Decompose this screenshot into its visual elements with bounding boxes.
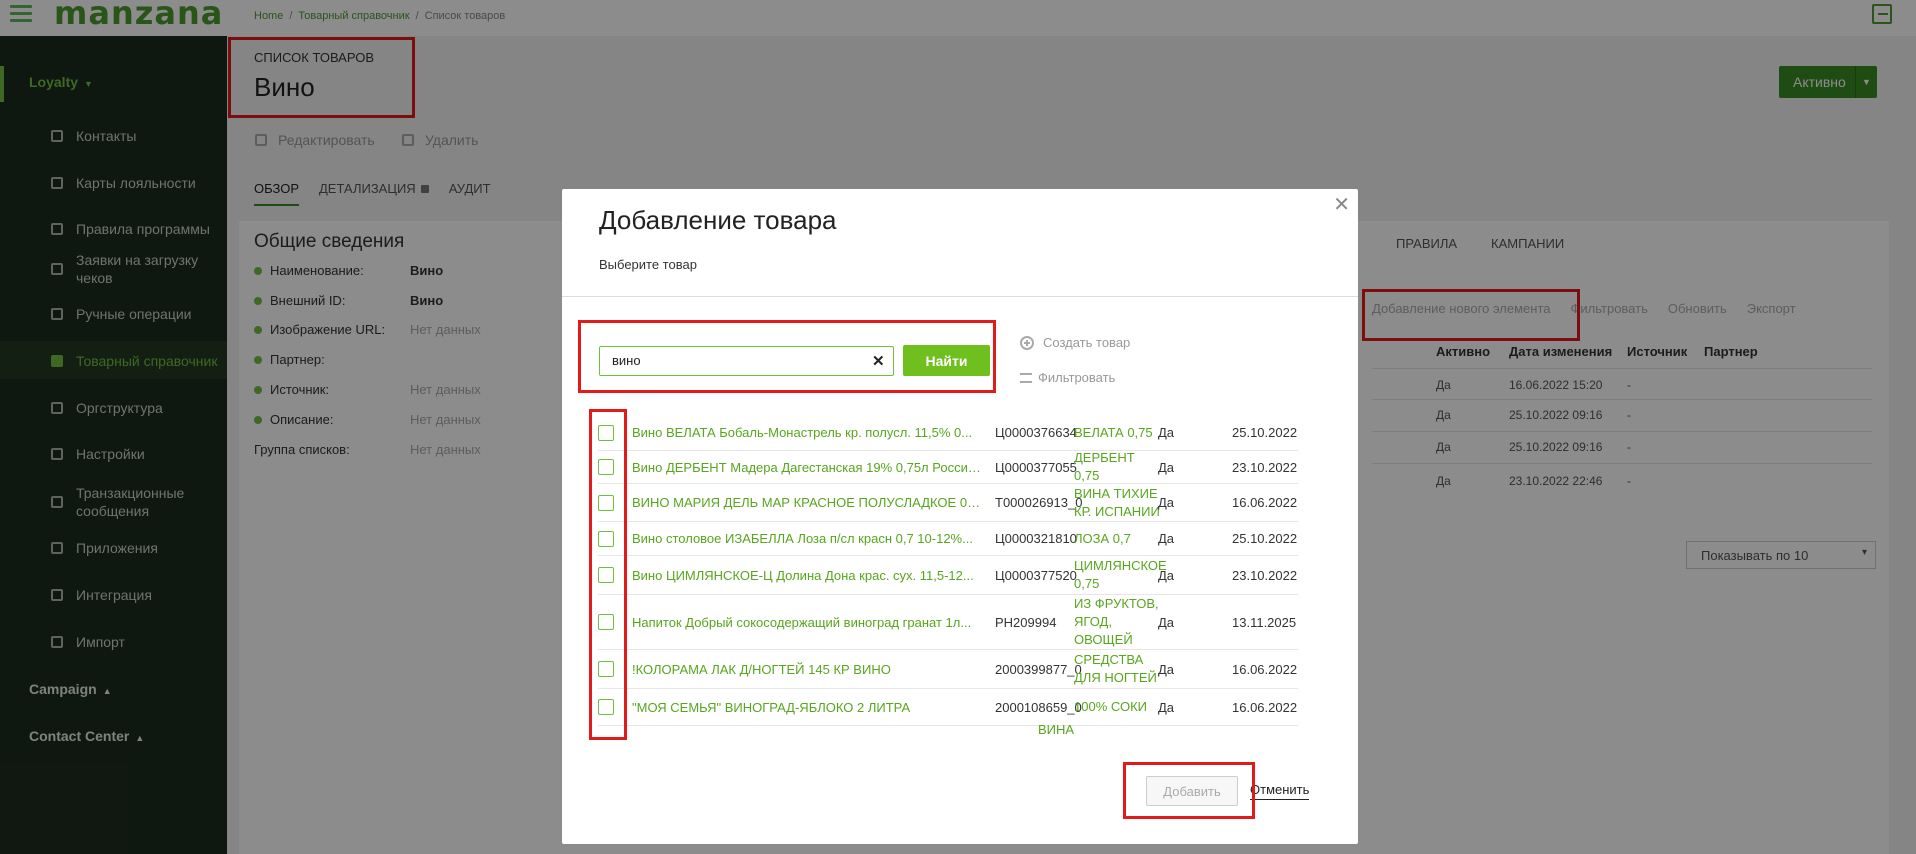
table-row[interactable]: !КОЛОРАМА ЛАК Д/НОГТЕЙ 145 КР ВИНО 20003… <box>598 650 1298 689</box>
table-row[interactable]: Вино ДЕРБЕНТ Мадера Дагестанская 19% 0,7… <box>598 449 1298 485</box>
table-row[interactable]: Вино ВЕЛАТА Бобаль-Монастрель кр. полусл… <box>598 415 1298 451</box>
product-code: Ц0000376634 <box>995 425 1077 440</box>
dialog-title: Добавление товара <box>599 205 837 235</box>
plus-circle-icon <box>1020 335 1034 350</box>
product-code: PH209994 <box>995 614 1057 630</box>
divider <box>562 296 1358 297</box>
partial-group-label[interactable]: ВИНА <box>1038 722 1074 737</box>
table-row[interactable]: Напиток Добрый сокосодержащий виноград г… <box>598 595 1298 650</box>
table-row[interactable]: Вино столовое ИЗАБЕЛЛА Лоза п/сл красн 0… <box>598 522 1298 556</box>
product-name[interactable]: Вино ЦИМЛЯНСКОЕ-Ц Долина Дона крас. сух.… <box>632 568 982 583</box>
product-active: Да <box>1158 531 1175 546</box>
product-active: Да <box>1158 495 1175 510</box>
product-name[interactable]: !КОЛОРАМА ЛАК Д/НОГТЕЙ 145 КР ВИНО <box>632 662 982 677</box>
create-product-button[interactable]: Создать товар <box>1020 335 1130 350</box>
product-group[interactable]: ИЗ ФРУКТОВ, ЯГОД, ОВОЩЕЙ <box>1074 595 1162 649</box>
product-active: Да <box>1158 661 1175 677</box>
product-name[interactable]: Вино ВЕЛАТА Бобаль-Монастрель кр. полусл… <box>632 425 982 440</box>
table-row[interactable]: Вино ЦИМЛЯНСКОЕ-Ц Долина Дона крас. сух.… <box>598 556 1298 595</box>
product-date: 16.06.2022 1 <box>1232 495 1298 510</box>
product-active: Да <box>1158 614 1175 630</box>
product-group[interactable]: ЦИМЛЯНСКОЕ 0,75 <box>1074 557 1167 593</box>
product-active: Да <box>1158 699 1175 715</box>
table-row[interactable]: ВИНО МАРИЯ ДЕЛЬ МАР КРАСНОЕ ПОЛУСЛАДКОЕ … <box>598 484 1298 522</box>
product-code: 2000108659_0 <box>995 699 1082 715</box>
product-name[interactable]: Вино столовое ИЗАБЕЛЛА Лоза п/сл красн 0… <box>632 531 982 546</box>
product-active: Да <box>1158 459 1175 475</box>
product-group[interactable]: ВИНА ТИХИЕ КР. ИСПАНИИ <box>1074 485 1162 521</box>
product-name[interactable]: "МОЯ СЕМЬЯ" ВИНОГРАД-ЯБЛОКО 2 ЛИТРА <box>632 700 982 715</box>
product-date: 23.10.2022 2 <box>1232 567 1298 583</box>
product-date: 13.11.2025 ( <box>1232 614 1298 630</box>
product-date: 25.10.2022 ( <box>1232 531 1298 546</box>
product-name[interactable]: ВИНО МАРИЯ ДЕЛЬ МАР КРАСНОЕ ПОЛУСЛАДКОЕ … <box>632 495 982 510</box>
close-icon[interactable]: ✕ <box>1333 195 1350 215</box>
product-group[interactable]: ВЕЛАТА 0,75 <box>1074 424 1162 442</box>
highlight-checkboxes <box>589 409 627 740</box>
product-code: Ц0000377520 <box>995 567 1077 583</box>
product-active: Да <box>1158 425 1175 440</box>
dialog-subtitle: Выберите товар <box>599 257 697 272</box>
product-code: 2000399877_0 <box>995 661 1082 677</box>
filter-button[interactable]: Фильтровать <box>1020 370 1115 385</box>
product-code: Ц0000377055 <box>995 459 1077 475</box>
table-row[interactable]: "МОЯ СЕМЬЯ" ВИНОГРАД-ЯБЛОКО 2 ЛИТРА 2000… <box>598 689 1298 726</box>
product-date: 16.06.2022 1 <box>1232 699 1298 715</box>
product-code: Ц0000321810 <box>995 531 1077 546</box>
product-date: 23.10.2022 2 <box>1232 459 1298 475</box>
cancel-button[interactable]: Отменить <box>1250 782 1310 800</box>
product-date: 25.10.2022 ( <box>1232 425 1298 440</box>
product-date: 16.06.2022 1 <box>1232 661 1298 677</box>
product-group[interactable]: ДЕРБЕНТ 0,75 <box>1074 449 1162 485</box>
product-group[interactable]: 100% СОКИ <box>1074 698 1162 716</box>
add-product-dialog: ✕ Добавление товара Выберите товар вино … <box>562 189 1358 844</box>
product-group[interactable]: СРЕДСТВА ДЛЯ НОГТЕЙ <box>1074 651 1162 687</box>
filter-icon <box>1020 372 1032 383</box>
product-group[interactable]: ЛОЗА 0,7 <box>1074 530 1162 548</box>
product-name[interactable]: Напиток Добрый сокосодержащий виноград г… <box>632 615 982 630</box>
highlight-search <box>578 320 996 393</box>
product-code: Т000026913_0 <box>995 495 1083 510</box>
product-active: Да <box>1158 567 1175 583</box>
highlight-add-button <box>1123 762 1255 819</box>
product-results-list: Вино ВЕЛАТА Бобаль-Монастрель кр. полусл… <box>598 415 1298 731</box>
product-name[interactable]: Вино ДЕРБЕНТ Мадера Дагестанская 19% 0,7… <box>632 460 982 475</box>
